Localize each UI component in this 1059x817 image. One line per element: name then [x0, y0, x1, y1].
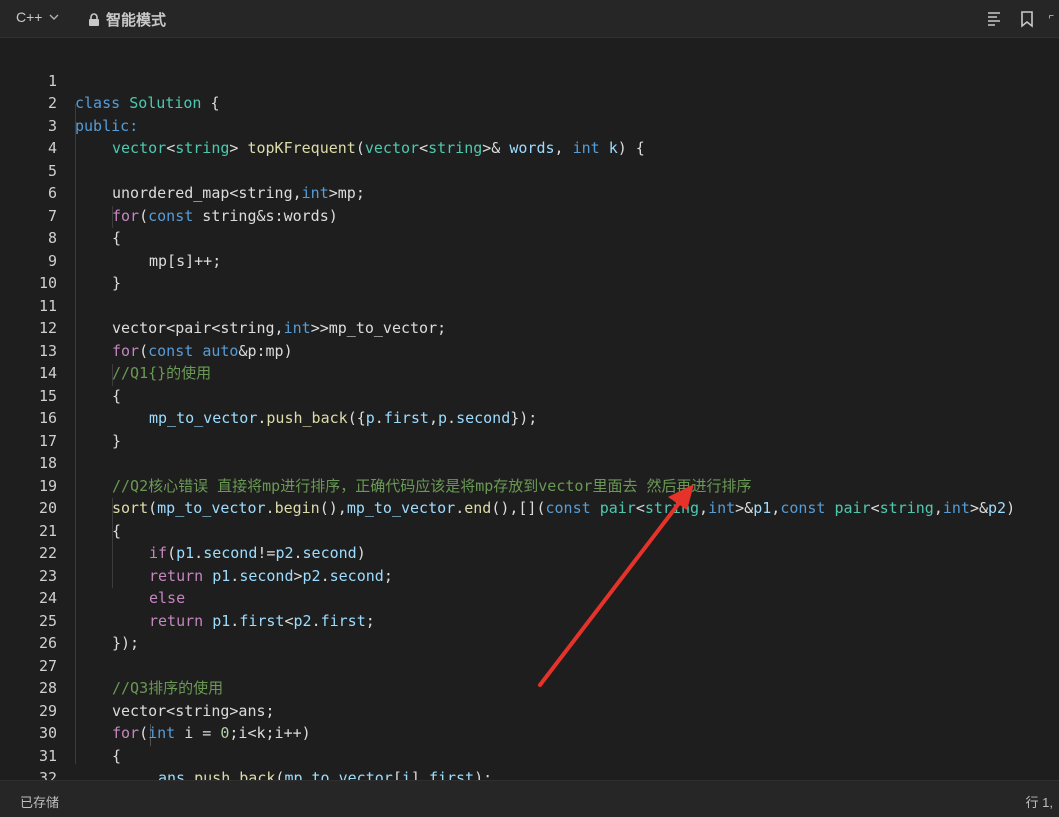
code-line: 29 for(int i = 0;i<k;i++) — [0, 677, 1059, 743]
code-line: 23 else — [0, 542, 1059, 608]
code-line: 19 sort(mp_to_vector.begin(),mp_to_vecto… — [0, 452, 1059, 518]
code-line: 28 vector<string>ans; — [0, 655, 1059, 720]
mode-indicator[interactable]: 智能模式 — [88, 9, 166, 30]
chevron-down-icon — [49, 14, 59, 20]
code-line: 7 { — [0, 182, 1059, 248]
code-line: 18 //Q2核心错误 直接将mp进行排序，正确代码应该是将mp存放到vecto… — [0, 430, 1059, 495]
code-line: 30 { — [0, 700, 1059, 765]
status-bar: 已存储 行 1, — [0, 780, 1059, 817]
code-line: 31 ans.push_back(mp_to_vector[i].first); — [0, 722, 1059, 781]
code-line: 16 } — [0, 385, 1059, 450]
cursor-position[interactable]: 行 1, — [1026, 792, 1053, 811]
code-editor[interactable]: 1 class Solution { 2 public: 3 vector<st… — [0, 38, 1059, 780]
code-line: 22 return p1.second>p2.second; — [0, 520, 1059, 585]
bookmark-icon[interactable] — [1017, 9, 1037, 29]
code-line: 9 } — [0, 227, 1059, 293]
expand-icon[interactable] — [1049, 9, 1059, 29]
language-label: C++ — [16, 9, 43, 25]
code-line: 11 vector<pair<string,int>>mp_to_vector; — [0, 272, 1059, 338]
code-line: 15 mp_to_vector.push_back({p.first,p.sec… — [0, 362, 1059, 428]
language-selector[interactable]: C++ — [16, 9, 60, 25]
code-line: 2 public: — [0, 70, 1059, 135]
code-line: 8 mp[s]++; — [0, 205, 1059, 270]
mode-label: 智能模式 — [106, 12, 167, 29]
save-status: 已存储 — [20, 795, 60, 810]
code-line: 20 { — [0, 475, 1059, 540]
code-line: 17 — [0, 407, 1059, 450]
code-line: 27 //Q3排序的使用 — [0, 632, 1059, 698]
code-line: 10 — [0, 250, 1059, 292]
code-line: 21 if(p1.second!=p2.second) — [0, 497, 1059, 563]
editor-toolbar: C++ 智能模式 — [0, 0, 1059, 38]
code-line: 12 for(const auto&p:mp) — [0, 295, 1059, 360]
code-line: 26 — [0, 610, 1059, 652]
code-line: 24 return p1.first<p2.first; — [0, 565, 1059, 630]
code-line: 6 for(const string&s:words) — [0, 160, 1059, 225]
code-line: 3 vector<string> topKFrequent(vector<str… — [0, 92, 1059, 158]
code-line: 13 //Q1{}的使用 — [0, 317, 1059, 383]
code-line: 5 unordered_map<string,int>mp; — [0, 137, 1059, 203]
align-left-icon[interactable] — [985, 9, 1005, 29]
code-line: 25 }); — [0, 587, 1059, 653]
code-line: 1 class Solution { — [0, 47, 1059, 113]
lock-icon — [89, 12, 99, 26]
code-line: 4 — [0, 115, 1059, 157]
code-line: 32 } — [0, 745, 1059, 780]
line-number: 32 — [38, 769, 57, 780]
code-line: 14 { — [0, 340, 1059, 405]
code-text: ans.push_back(mp_to_vector[i].first); — [158, 769, 493, 780]
